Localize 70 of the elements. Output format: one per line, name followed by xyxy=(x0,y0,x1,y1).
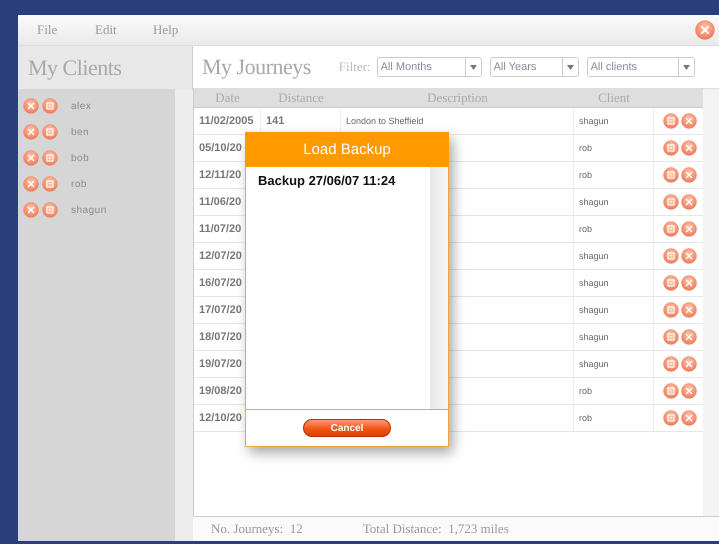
table-cell: rob xyxy=(574,405,654,431)
backup-item[interactable]: Backup 27/06/07 11:24 xyxy=(258,173,430,188)
scrollbar[interactable] xyxy=(430,167,448,409)
delete-icon[interactable] xyxy=(681,167,697,183)
table-cell: shagun xyxy=(574,297,654,323)
table-cell: rob xyxy=(574,378,654,404)
filter-dropdown[interactable]: All Months xyxy=(376,57,482,77)
edit-icon[interactable] xyxy=(663,221,679,237)
delete-icon[interactable] xyxy=(681,410,697,426)
delete-icon[interactable] xyxy=(23,124,39,140)
edit-icon[interactable] xyxy=(663,302,679,318)
delete-icon[interactable] xyxy=(681,248,697,264)
edit-icon[interactable] xyxy=(663,140,679,156)
client-name[interactable]: shagun xyxy=(71,204,107,216)
filter-label: Filter: xyxy=(338,59,371,75)
client-name[interactable]: alex xyxy=(71,100,92,112)
table-cell: rob xyxy=(574,162,654,188)
delete-icon[interactable] xyxy=(681,329,697,345)
delete-icon[interactable] xyxy=(681,140,697,156)
delete-icon[interactable] xyxy=(681,194,697,210)
caret-icon xyxy=(682,64,690,70)
delete-icon[interactable] xyxy=(23,150,39,166)
summary-text: Total Distance: 1,723 miles xyxy=(362,521,509,537)
menu-item[interactable]: Edit xyxy=(95,22,153,38)
caret-icon xyxy=(566,64,574,70)
delete-icon[interactable] xyxy=(681,302,697,318)
table-cell: shagun xyxy=(574,108,654,134)
delete-icon[interactable] xyxy=(681,356,697,372)
client-name[interactable]: bob xyxy=(71,152,90,164)
edit-icon[interactable] xyxy=(663,383,679,399)
client-name[interactable]: ben xyxy=(71,126,90,138)
edit-icon[interactable] xyxy=(663,194,679,210)
menu-item[interactable]: File xyxy=(37,22,95,38)
filter-dropdown[interactable]: All clients xyxy=(586,57,695,77)
delete-icon[interactable] xyxy=(23,98,39,114)
delete-icon[interactable] xyxy=(23,176,39,192)
client-name[interactable]: rob xyxy=(71,178,87,190)
table-cell: shagun xyxy=(574,243,654,269)
table-cell: shagun xyxy=(574,351,654,377)
panel-title: My Journeys xyxy=(202,54,311,80)
edit-icon[interactable] xyxy=(663,356,679,372)
delete-icon[interactable] xyxy=(681,221,697,237)
edit-icon[interactable] xyxy=(663,410,679,426)
edit-icon[interactable] xyxy=(663,248,679,264)
edit-icon[interactable] xyxy=(42,202,58,218)
edit-icon[interactable] xyxy=(42,150,58,166)
table-cell: shagun xyxy=(574,270,654,296)
table-cell: shagun xyxy=(574,189,654,215)
edit-icon[interactable] xyxy=(663,167,679,183)
filter-dropdown[interactable]: All Years xyxy=(490,57,579,77)
summary-text: No. Journeys: 12 xyxy=(211,521,303,537)
table-cell: rob xyxy=(574,216,654,242)
close-icon[interactable] xyxy=(695,20,715,40)
edit-icon[interactable] xyxy=(42,98,58,114)
delete-icon[interactable] xyxy=(681,275,697,291)
edit-icon[interactable] xyxy=(663,275,679,291)
edit-icon[interactable] xyxy=(42,124,58,140)
edit-icon[interactable] xyxy=(663,113,679,129)
table-cell: rob xyxy=(574,135,654,161)
cancel-button[interactable]: Cancel xyxy=(303,419,391,437)
delete-icon[interactable] xyxy=(681,383,697,399)
dialog-title: Load Backup xyxy=(245,132,449,167)
table-cell: shagun xyxy=(574,324,654,350)
delete-icon[interactable] xyxy=(23,202,39,218)
menu-item[interactable]: Help xyxy=(153,22,211,38)
caret-icon xyxy=(470,64,477,70)
edit-icon[interactable] xyxy=(42,176,58,192)
edit-icon[interactable] xyxy=(663,329,679,345)
panel-title: My Clients xyxy=(28,54,122,80)
delete-icon[interactable] xyxy=(681,113,697,129)
